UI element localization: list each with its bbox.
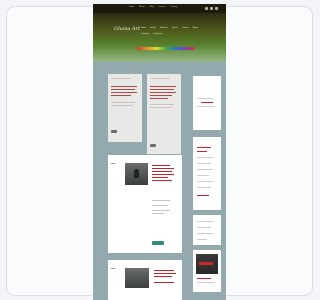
post-meta-line [150, 78, 170, 79]
post-title-line [152, 171, 172, 172]
rss-icon[interactable] [215, 7, 218, 10]
main-nav-item[interactable]: Artists [150, 27, 156, 29]
sidebar-widget-5 [193, 250, 221, 292]
post-excerpt-line [152, 213, 164, 214]
sub-nav: Paintings Sculpture [141, 33, 162, 35]
post-title-line [111, 95, 131, 96]
post-thumbnail[interactable] [125, 268, 149, 288]
post-title-line [150, 95, 172, 96]
post-title-line [152, 168, 174, 169]
post-excerpt-line [152, 205, 168, 206]
widget-line [197, 157, 213, 158]
widget-line [197, 163, 211, 164]
post-excerpt-line [152, 210, 170, 211]
top-nav-item[interactable]: Blog [150, 6, 154, 8]
twitter-icon[interactable] [210, 7, 213, 10]
sub-nav-item[interactable]: Paintings [141, 33, 149, 35]
post-date-line [111, 163, 115, 164]
top-nav-item[interactable]: Home [129, 6, 134, 8]
main-nav-item[interactable]: Home [141, 27, 146, 29]
post-title-line [150, 92, 176, 93]
widget-line [197, 282, 215, 283]
post-meta-line [111, 78, 131, 79]
sidebar-thumbnail[interactable] [196, 254, 218, 274]
widget-line [197, 221, 213, 222]
widget-link[interactable] [197, 151, 207, 152]
tree-image [134, 169, 139, 178]
top-nav-item[interactable]: About [139, 6, 144, 8]
facebook-icon[interactable] [205, 7, 208, 10]
main-post[interactable] [108, 155, 182, 253]
widget-line [197, 175, 209, 176]
post-title-line [154, 270, 174, 271]
post-excerpt-line [111, 102, 135, 103]
post-title-line [150, 98, 168, 99]
color-strip-banner [137, 47, 195, 50]
post-title-line [152, 177, 168, 178]
widget-line [197, 227, 211, 228]
top-nav-item[interactable]: Contact [159, 6, 166, 8]
widget-line [197, 169, 213, 170]
featured-post-left[interactable] [108, 74, 142, 142]
featured-post-right[interactable] [147, 74, 181, 154]
read-more-button[interactable] [150, 144, 156, 147]
widget-link[interactable] [197, 195, 209, 196]
sidebar-widget-4 [193, 215, 221, 245]
post-excerpt-line [111, 105, 133, 106]
website-screenshot: Home About Blog Contact Privacy Ghana Ar… [93, 4, 226, 300]
read-more-button[interactable] [152, 241, 164, 245]
post-title-line [111, 89, 135, 90]
top-nav: Home About Blog Contact Privacy [129, 6, 177, 8]
widget-line [197, 233, 213, 234]
post-excerpt-line [152, 200, 170, 201]
site-header: Ghana Art Home Artists Galleries Events … [93, 13, 226, 62]
main-nav: Home Artists Galleries Events Contact Ab… [141, 27, 198, 29]
post-thumbnail[interactable] [125, 163, 148, 185]
post-title-line [154, 282, 174, 283]
main-nav-item[interactable]: Events [172, 27, 178, 29]
post-title-line [152, 174, 174, 175]
bottom-post[interactable] [108, 260, 182, 300]
main-nav-item[interactable]: Galleries [160, 27, 168, 29]
main-nav-item[interactable]: Contact [182, 27, 189, 29]
post-title-line [150, 86, 176, 87]
red-banner [199, 262, 213, 265]
sub-nav-item[interactable]: Sculpture [153, 33, 161, 35]
post-title-line [154, 273, 176, 274]
widget-line [197, 181, 213, 182]
main-nav-item[interactable]: About [193, 27, 198, 29]
widget-line [197, 239, 207, 240]
top-bar: Home About Blog Contact Privacy [93, 4, 226, 13]
widget-link[interactable] [197, 278, 211, 279]
read-more-button[interactable] [111, 130, 117, 133]
post-excerpt-line [150, 107, 172, 108]
post-title-line [111, 86, 137, 87]
sidebar-widget-1 [193, 76, 221, 130]
widget-heading [197, 147, 211, 148]
widget-line [197, 106, 215, 107]
post-title-line [111, 92, 137, 93]
widget-link[interactable] [201, 102, 213, 103]
post-title-line [150, 89, 174, 90]
widget-line [197, 98, 213, 99]
post-title-line [152, 165, 170, 166]
site-logo[interactable]: Ghana Art [114, 26, 140, 32]
post-excerpt-line [150, 104, 174, 105]
widget-line [197, 187, 211, 188]
post-title-line [154, 276, 172, 277]
top-nav-item[interactable]: Privacy [171, 6, 178, 8]
post-date-line [111, 268, 115, 269]
sidebar-widget-3 [193, 143, 221, 210]
social-icons [205, 7, 218, 10]
post-title-line [152, 180, 172, 181]
